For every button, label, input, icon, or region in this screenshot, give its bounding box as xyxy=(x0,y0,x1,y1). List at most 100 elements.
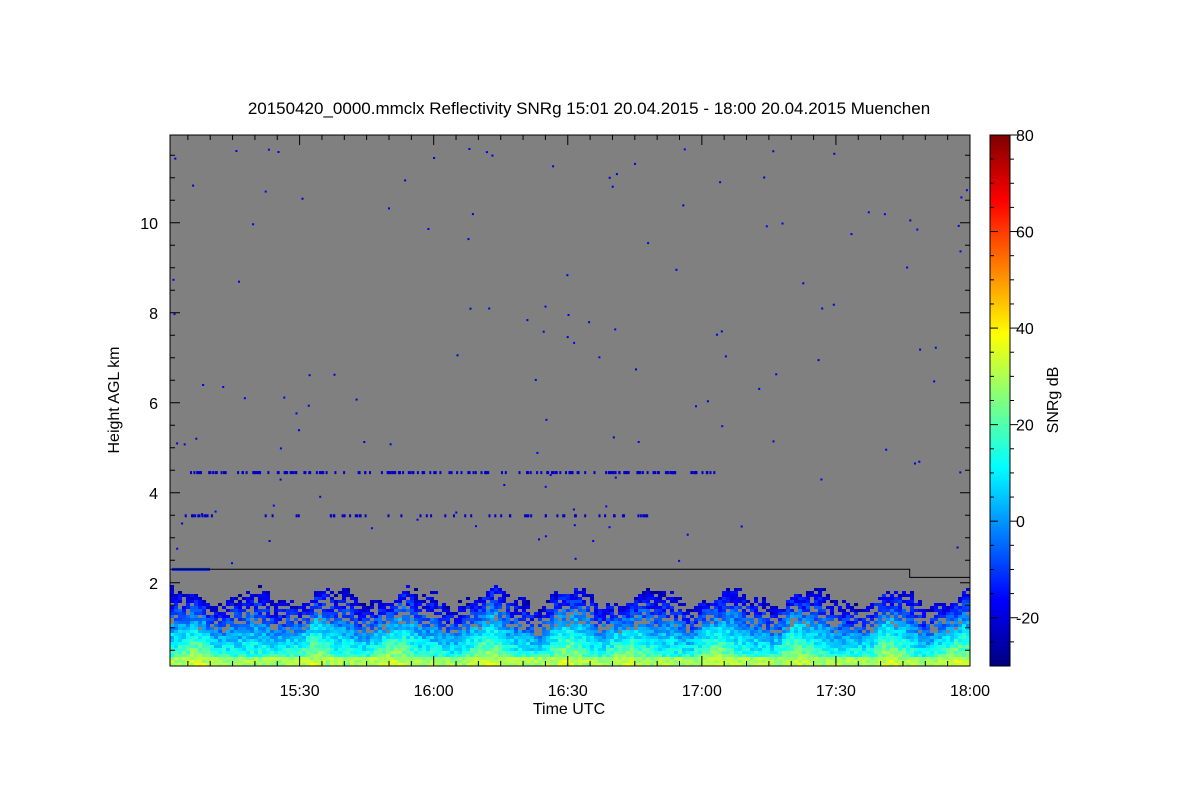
heatmap-cell xyxy=(786,639,790,642)
heatmap-cell xyxy=(422,624,426,627)
heatmap-cell xyxy=(818,612,822,615)
heatmap-cell xyxy=(470,645,474,648)
heatmap-cell xyxy=(662,606,666,609)
heatmap-cell xyxy=(182,594,186,597)
heatmap-cell xyxy=(866,654,870,657)
heatmap-cell xyxy=(842,636,846,639)
heatmap-cell xyxy=(634,618,638,621)
heatmap-cell xyxy=(262,660,266,663)
heatmap-cell xyxy=(646,594,650,597)
heatmap-cell xyxy=(230,618,234,621)
heatmap-cell xyxy=(258,630,262,633)
noise-band-speckle xyxy=(389,471,392,475)
heatmap-cell xyxy=(750,627,754,630)
heatmap-cell xyxy=(202,624,206,627)
heatmap-cell xyxy=(398,624,402,627)
noise-band-speckle xyxy=(190,471,192,475)
heatmap-cell xyxy=(674,621,678,624)
heatmap-cell xyxy=(218,612,222,615)
heatmap-cell xyxy=(702,645,706,648)
heatmap-cell xyxy=(390,633,394,636)
heatmap-cell xyxy=(542,627,546,630)
heatmap-cell xyxy=(678,639,682,642)
heatmap-cell xyxy=(930,651,934,654)
heatmap-cell xyxy=(714,660,718,663)
noise-band-speckle xyxy=(701,471,704,475)
heatmap-cell xyxy=(894,627,898,630)
heatmap-cell xyxy=(282,624,286,627)
heatmap-cell xyxy=(610,609,614,612)
heatmap-cell xyxy=(230,627,234,630)
heatmap-cell xyxy=(894,636,898,639)
noise-speckle xyxy=(802,282,805,285)
heatmap-cell xyxy=(350,615,354,618)
heatmap-cell xyxy=(710,654,714,657)
heatmap-cell xyxy=(910,639,914,642)
heatmap-cell xyxy=(862,642,866,645)
heatmap-cell xyxy=(274,657,278,660)
heatmap-cell xyxy=(386,603,390,606)
heatmap-cell xyxy=(286,660,290,663)
heatmap-cell xyxy=(626,618,630,621)
heatmap-cell xyxy=(646,600,650,603)
heatmap-cell xyxy=(438,630,442,633)
heatmap-cell xyxy=(826,594,830,597)
heatmap-cell xyxy=(798,600,802,603)
heatmap-cell xyxy=(938,642,942,645)
heatmap-cell xyxy=(434,654,438,657)
heatmap-cell xyxy=(882,624,886,627)
heatmap-cell xyxy=(258,627,262,630)
heatmap-cell xyxy=(678,621,682,624)
heatmap-cell xyxy=(742,603,746,606)
heatmap-cell xyxy=(814,618,818,621)
heatmap-cell xyxy=(758,654,762,657)
heatmap-cell xyxy=(846,660,850,663)
heatmap-cell xyxy=(778,639,782,642)
heatmap-cell xyxy=(290,648,294,651)
heatmap-cell xyxy=(382,612,386,615)
heatmap-cell xyxy=(270,621,274,624)
heatmap-cell xyxy=(630,612,634,615)
heatmap-cell xyxy=(794,615,798,618)
heatmap-cell xyxy=(626,657,630,660)
heatmap-cell xyxy=(618,642,622,645)
heatmap-cell xyxy=(586,609,590,612)
noise-band-speckle xyxy=(641,471,644,475)
heatmap-cell xyxy=(502,618,506,621)
heatmap-cell xyxy=(950,633,954,636)
heatmap-cell xyxy=(738,654,742,657)
heatmap-cell xyxy=(206,657,210,660)
heatmap-cell xyxy=(514,657,518,660)
heatmap-cell xyxy=(506,642,510,645)
heatmap-cell xyxy=(954,645,958,648)
heatmap-cell xyxy=(274,630,278,633)
heatmap-cell xyxy=(658,639,662,642)
heatmap-cell xyxy=(550,621,554,624)
heatmap-cell xyxy=(206,624,210,627)
heatmap-cell xyxy=(262,600,266,603)
heatmap-cell xyxy=(430,621,434,624)
heatmap-cell xyxy=(362,606,366,609)
heatmap-cell xyxy=(214,612,218,615)
heatmap-cell xyxy=(734,615,738,618)
heatmap-cell xyxy=(478,651,482,654)
heatmap-cell xyxy=(486,639,490,642)
heatmap-cell xyxy=(442,648,446,651)
heatmap-cell xyxy=(922,651,926,654)
heatmap-cell xyxy=(886,627,890,630)
heatmap-cell xyxy=(330,642,334,645)
heatmap-cell xyxy=(722,615,726,618)
heatmap-cell xyxy=(510,660,514,663)
heatmap-cell xyxy=(818,600,822,603)
heatmap-cell xyxy=(650,645,654,648)
heatmap-cell xyxy=(490,615,494,618)
heatmap-cell xyxy=(822,612,826,615)
heatmap-cell xyxy=(674,615,678,618)
heatmap-cell xyxy=(806,603,810,606)
heatmap-cell xyxy=(430,618,434,621)
heatmap-cell xyxy=(378,645,382,648)
heatmap-cell xyxy=(382,654,386,657)
colorbar-label: SNRg dB xyxy=(1045,367,1062,434)
heatmap-cell xyxy=(730,612,734,615)
heatmap-cell xyxy=(482,660,486,663)
